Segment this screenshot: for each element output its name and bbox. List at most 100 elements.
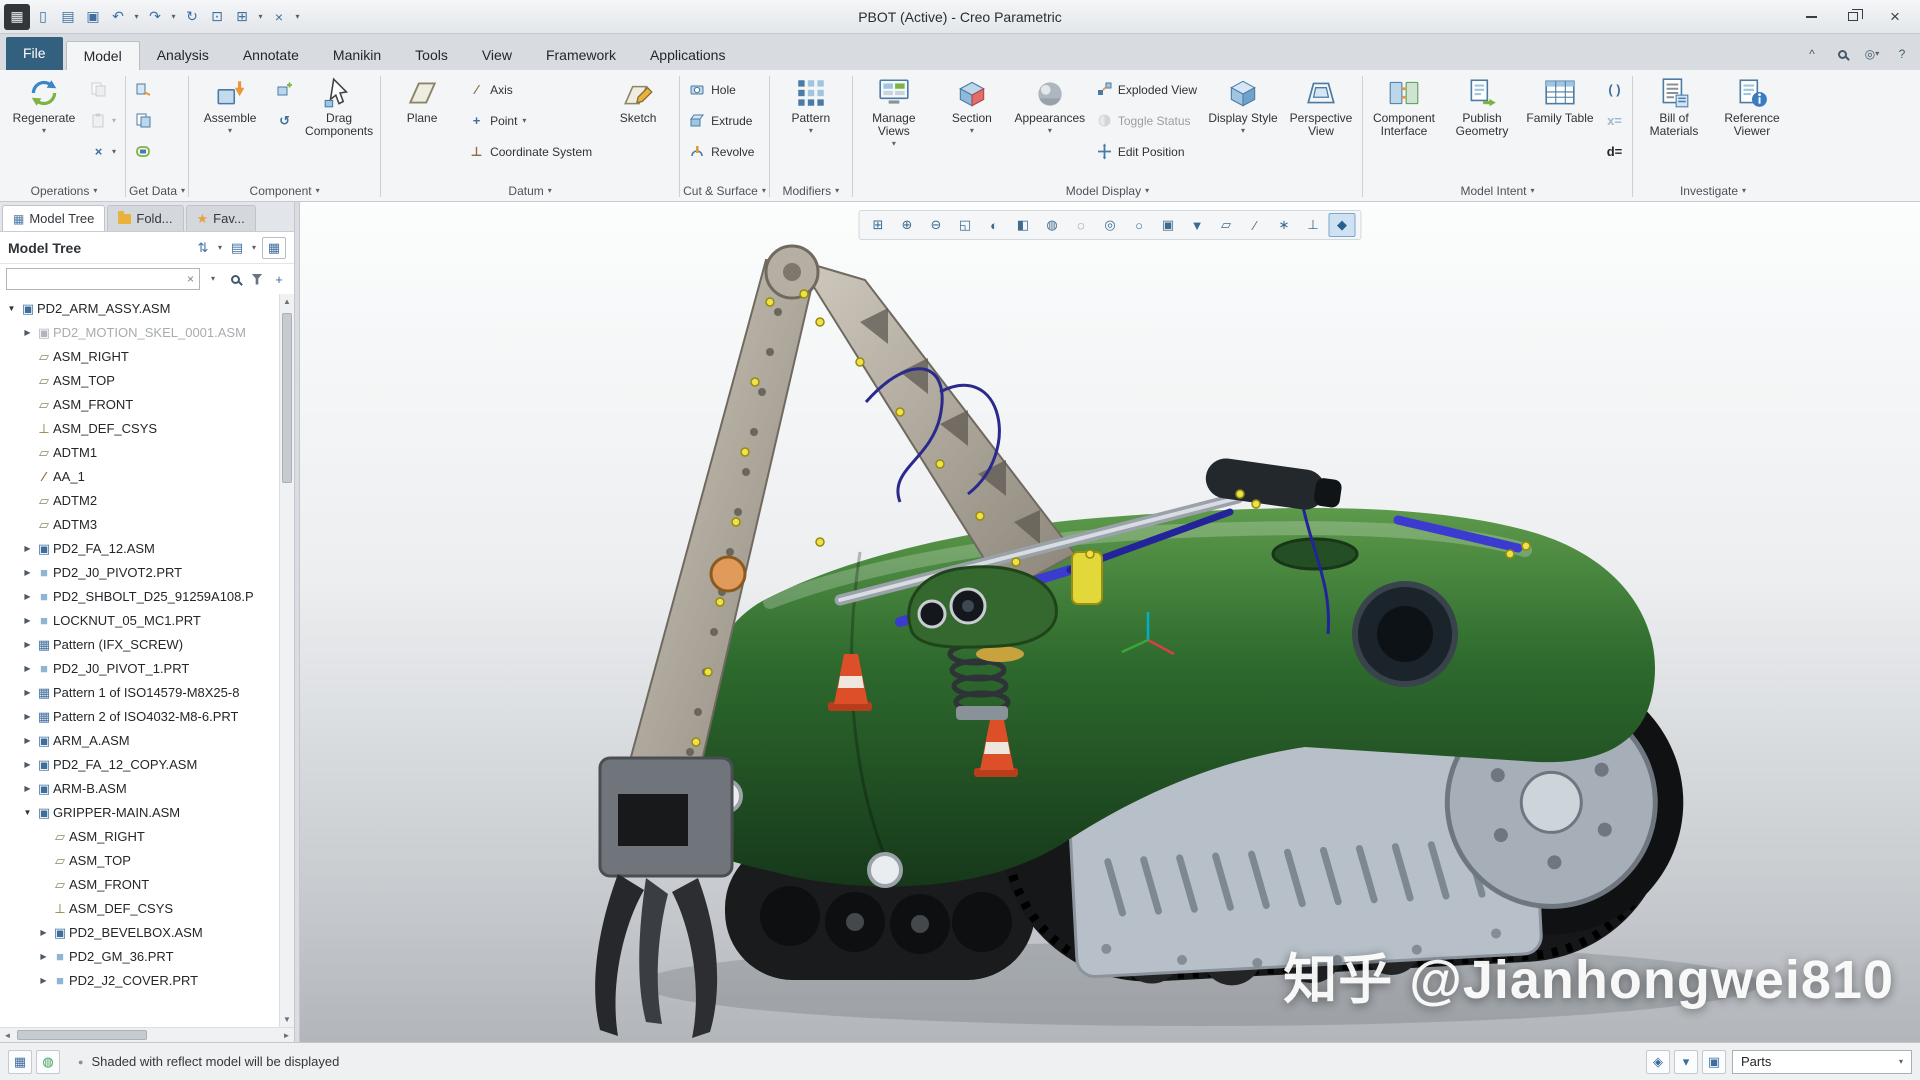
redo-caret[interactable]: ▾: [168, 4, 179, 30]
clear-search-icon[interactable]: ×: [185, 272, 196, 286]
tree-item[interactable]: ADTM1: [0, 440, 279, 464]
expand-arrow-icon[interactable]: [20, 760, 35, 769]
tree-item[interactable]: ASM_TOP: [0, 848, 279, 872]
panel-tab-model-tree[interactable]: Model Tree: [2, 205, 105, 231]
tree-item[interactable]: PD2_FA_12.ASM: [0, 536, 279, 560]
filter-button[interactable]: [248, 268, 266, 290]
open-button[interactable]: ▤: [56, 4, 80, 30]
pattern-button[interactable]: Pattern: [773, 72, 849, 180]
collapse-ribbon-button[interactable]: ^: [1800, 43, 1824, 65]
tab-annotate[interactable]: Annotate: [226, 41, 316, 70]
csys-display-button[interactable]: ⊥: [1300, 213, 1327, 237]
annotation-display-button[interactable]: ◆: [1329, 213, 1356, 237]
axis-button[interactable]: ∕Axis: [462, 74, 598, 105]
hole-button[interactable]: Hole: [683, 74, 760, 105]
relations-button[interactable]: d=: [1600, 136, 1629, 167]
assemble-button[interactable]: Assemble: [192, 72, 268, 180]
ribbon-group-label-modifiers[interactable]: Modifiers: [773, 180, 849, 201]
ribbon-group-label-operations[interactable]: Operations: [6, 180, 122, 201]
tab-manikin[interactable]: Manikin: [316, 41, 398, 70]
point-display-button[interactable]: ∗: [1271, 213, 1298, 237]
tree-search-input[interactable]: [10, 272, 185, 286]
scroll-track[interactable]: [15, 1028, 279, 1042]
drag-components-button[interactable]: Drag Components: [301, 72, 377, 180]
close-tool-button[interactable]: ×: [267, 4, 291, 30]
tree-item[interactable]: ASM_TOP: [0, 368, 279, 392]
refit-view-button[interactable]: ⊞: [865, 213, 892, 237]
scroll-track[interactable]: [280, 309, 294, 1012]
ribbon-group-label-model-intent[interactable]: Model Intent: [1366, 180, 1629, 201]
plane-display-button[interactable]: ▱: [1213, 213, 1240, 237]
wireframe-button[interactable]: ○: [1126, 213, 1153, 237]
panel-tab-favorites[interactable]: Fav...: [186, 205, 256, 231]
expand-arrow-icon[interactable]: [20, 736, 35, 745]
tab-analysis[interactable]: Analysis: [140, 41, 226, 70]
tab-file[interactable]: File: [6, 37, 63, 70]
scroll-left-icon[interactable]: ◄: [0, 1031, 15, 1040]
search-options-button[interactable]: [204, 268, 222, 290]
expand-arrow-icon[interactable]: [20, 328, 35, 337]
ribbon-group-label-get-data[interactable]: Get Data: [129, 180, 185, 201]
ribbon-group-label-model-display[interactable]: Model Display: [856, 180, 1359, 201]
component-operations-button[interactable]: ↺: [270, 105, 299, 136]
expand-arrow-icon[interactable]: [20, 712, 35, 721]
create-component-button[interactable]: [270, 74, 299, 105]
regenerate-quick-button[interactable]: ↻: [180, 4, 204, 30]
tree-item[interactable]: ARM-B.ASM: [0, 776, 279, 800]
family-table-button[interactable]: Family Table: [1522, 72, 1598, 180]
expand-arrow-icon[interactable]: [20, 640, 35, 649]
reference-viewer-button[interactable]: Reference Viewer: [1714, 72, 1790, 180]
perspective-view-button[interactable]: Perspective View: [1283, 72, 1359, 180]
saved-orientations-button[interactable]: ▼: [1184, 213, 1211, 237]
extrude-button[interactable]: Extrude: [683, 105, 760, 136]
help-button[interactable]: ?: [1890, 43, 1914, 65]
section-button[interactable]: Section: [934, 72, 1010, 180]
component-interface-button[interactable]: Component Interface: [1366, 72, 1442, 180]
new-button[interactable]: ▯: [31, 4, 55, 30]
tree-item[interactable]: ASM_RIGHT: [0, 824, 279, 848]
expand-arrow-icon[interactable]: [20, 784, 35, 793]
app-logo[interactable]: ▦: [4, 4, 30, 30]
ribbon-group-label-investigate[interactable]: Investigate: [1636, 180, 1790, 201]
tree-item[interactable]: ASM_FRONT: [0, 872, 279, 896]
robot-model[interactable]: [300, 202, 1920, 1042]
edit-position-button[interactable]: Edit Position: [1090, 136, 1203, 167]
tree-filters-caret[interactable]: ▾: [215, 237, 225, 259]
tree-item[interactable]: GRIPPER-MAIN.ASM: [0, 800, 279, 824]
graphics-area[interactable]: ⊞ ⊕ ⊖ ◱ ◐ ◧ ◍ ◌ ◎ ○: [300, 202, 1920, 1042]
zoom-out-button[interactable]: ⊖: [923, 213, 950, 237]
delete-button[interactable]: ×: [84, 136, 122, 167]
revolve-button[interactable]: Revolve: [683, 136, 760, 167]
tree-item[interactable]: PD2_SHBOLT_D25_91259A108.P: [0, 584, 279, 608]
tree-item[interactable]: ASM_RIGHT: [0, 344, 279, 368]
paste-button[interactable]: [84, 105, 122, 136]
web-browser-button[interactable]: ◍: [36, 1050, 60, 1074]
tree-item[interactable]: PD2_GM_36.PRT: [0, 944, 279, 968]
expand-arrow-icon[interactable]: [20, 664, 35, 673]
command-search-button[interactable]: [1830, 43, 1854, 65]
appearances-button[interactable]: Appearances: [1012, 72, 1088, 180]
tree-item[interactable]: Pattern 2 of ISO4032-M8-6.PRT: [0, 704, 279, 728]
undo-caret[interactable]: ▾: [131, 4, 142, 30]
shade-edges-button[interactable]: ◧: [1010, 213, 1037, 237]
zoom-in-button[interactable]: ⊕: [894, 213, 921, 237]
panel-tab-folder-browser[interactable]: Fold...: [107, 205, 183, 231]
options-button[interactable]: ◎: [1860, 43, 1884, 65]
expand-arrow-icon[interactable]: [36, 928, 51, 937]
tree-item[interactable]: PD2_MOTION_SKEL_0001.ASM: [0, 320, 279, 344]
tree-item[interactable]: ASM_DEF_CSYS: [0, 896, 279, 920]
point-button[interactable]: +Point: [462, 105, 598, 136]
ribbon-group-label-component[interactable]: Component: [192, 180, 377, 201]
axis-display-button[interactable]: ∕: [1242, 213, 1269, 237]
tree-item[interactable]: ADTM2: [0, 488, 279, 512]
tree-item[interactable]: ARM_A.ASM: [0, 728, 279, 752]
tab-tools[interactable]: Tools: [398, 41, 465, 70]
filter-dropdown[interactable]: Parts: [1732, 1050, 1912, 1074]
tree-item[interactable]: ADTM3: [0, 512, 279, 536]
window-caret[interactable]: ▾: [255, 4, 266, 30]
find-button[interactable]: [226, 268, 244, 290]
tree-item[interactable]: Pattern (IFX_SCREW): [0, 632, 279, 656]
shade-button[interactable]: ◍: [1039, 213, 1066, 237]
scroll-right-icon[interactable]: ►: [279, 1031, 294, 1040]
refit-button[interactable]: ⊡: [205, 4, 229, 30]
